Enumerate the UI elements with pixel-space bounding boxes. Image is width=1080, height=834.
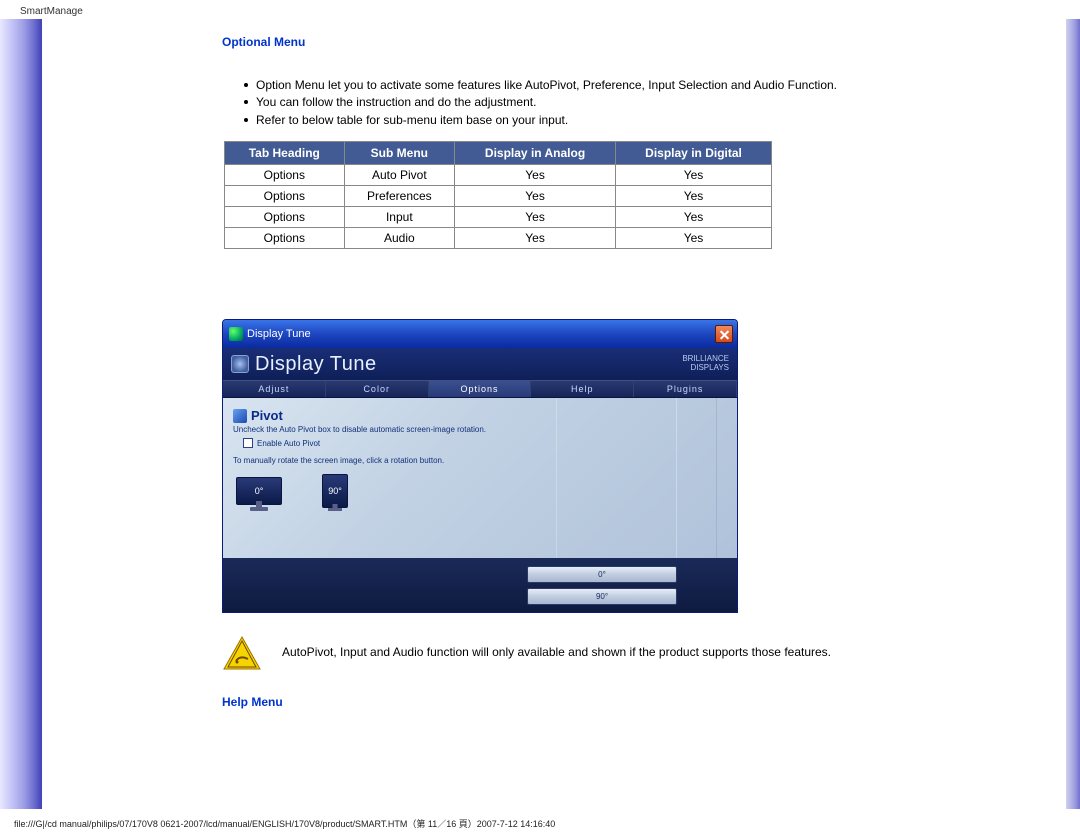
window-footer: 0° 90° <box>223 558 737 612</box>
pivot-icon <box>233 409 247 423</box>
cell: Yes <box>455 186 616 207</box>
col-tab-heading: Tab Heading <box>225 142 345 165</box>
col-sub-menu: Sub Menu <box>344 142 454 165</box>
options-table: Tab Heading Sub Menu Display in Analog D… <box>224 141 772 249</box>
cell: Options <box>225 165 345 186</box>
window-title: Display Tune <box>247 328 311 340</box>
help-menu-heading: Help Menu <box>222 695 902 709</box>
brand-icon <box>231 355 249 373</box>
thumb-label: 90° <box>328 486 342 496</box>
enable-auto-pivot-label: Enable Auto Pivot <box>257 439 320 448</box>
cell: Yes <box>616 165 772 186</box>
brand-right-text: BRILLIANCE DISPLAYS <box>682 355 729 373</box>
tab-help[interactable]: Help <box>531 381 634 397</box>
thumb-label: 0° <box>255 486 264 496</box>
pivot-heading: Pivot <box>251 408 283 423</box>
warning-icon <box>222 635 262 671</box>
page-footer-path: file:///G|/cd manual/philips/07/170V8 06… <box>0 809 1080 834</box>
tab-color[interactable]: Color <box>326 381 429 397</box>
cell: Options <box>225 207 345 228</box>
rotation-0-button[interactable]: 0° <box>527 566 677 583</box>
optional-menu-bullets: Option Menu let you to activate some fea… <box>244 77 902 129</box>
cell: Yes <box>455 228 616 249</box>
tab-plugins[interactable]: Plugins <box>634 381 737 397</box>
bullet-item: You can follow the instruction and do th… <box>244 94 902 111</box>
optional-menu-heading: Optional Menu <box>222 35 902 49</box>
display-tune-window: Display Tune Display Tune BRILLIANCE DIS… <box>222 319 738 613</box>
cell: Yes <box>616 207 772 228</box>
cell: Audio <box>344 228 454 249</box>
rotation-0-thumb[interactable]: 0° <box>233 471 285 511</box>
cell: Yes <box>455 207 616 228</box>
bullet-item: Option Menu let you to activate some fea… <box>244 77 902 94</box>
tab-bar: Adjust Color Options Help Plugins <box>223 380 737 398</box>
pivot-manual-desc: To manually rotate the screen image, cli… <box>233 456 727 465</box>
table-row: Options Preferences Yes Yes <box>225 186 772 207</box>
col-display-digital: Display in Digital <box>616 142 772 165</box>
window-titlebar: Display Tune <box>223 320 737 348</box>
window-body: Pivot Uncheck the Auto Pivot box to disa… <box>223 398 737 558</box>
app-icon <box>229 327 243 341</box>
tab-adjust[interactable]: Adjust <box>223 381 326 397</box>
warning-text: AutoPivot, Input and Audio function will… <box>282 635 831 659</box>
table-row: Options Auto Pivot Yes Yes <box>225 165 772 186</box>
cell: Input <box>344 207 454 228</box>
cell: Auto Pivot <box>344 165 454 186</box>
cell: Yes <box>455 165 616 186</box>
cell: Options <box>225 228 345 249</box>
cell: Preferences <box>344 186 454 207</box>
tab-options[interactable]: Options <box>429 381 532 397</box>
bullet-item: Refer to below table for sub-menu item b… <box>244 112 902 129</box>
brand-text: Display Tune <box>255 353 377 376</box>
close-icon[interactable] <box>715 325 733 343</box>
decorative-left-bar <box>0 19 42 809</box>
cell: Yes <box>616 228 772 249</box>
page-breadcrumb: SmartManage <box>0 0 1080 19</box>
enable-auto-pivot-checkbox[interactable] <box>243 438 253 448</box>
main-content: Optional Menu Option Menu let you to act… <box>42 19 912 809</box>
col-display-analog: Display in Analog <box>455 142 616 165</box>
cell: Options <box>225 186 345 207</box>
brand-right-line2: DISPLAYS <box>690 363 729 372</box>
brand-right-line1: BRILLIANCE <box>682 354 729 363</box>
cell: Yes <box>616 186 772 207</box>
table-row: Options Audio Yes Yes <box>225 228 772 249</box>
table-row: Options Input Yes Yes <box>225 207 772 228</box>
pivot-desc: Uncheck the Auto Pivot box to disable au… <box>233 425 727 434</box>
rotation-90-thumb[interactable]: 90° <box>309 471 361 511</box>
rotation-90-button[interactable]: 90° <box>527 588 677 605</box>
decorative-right-bar <box>1066 19 1080 809</box>
brand-bar: Display Tune BRILLIANCE DISPLAYS <box>223 348 737 380</box>
